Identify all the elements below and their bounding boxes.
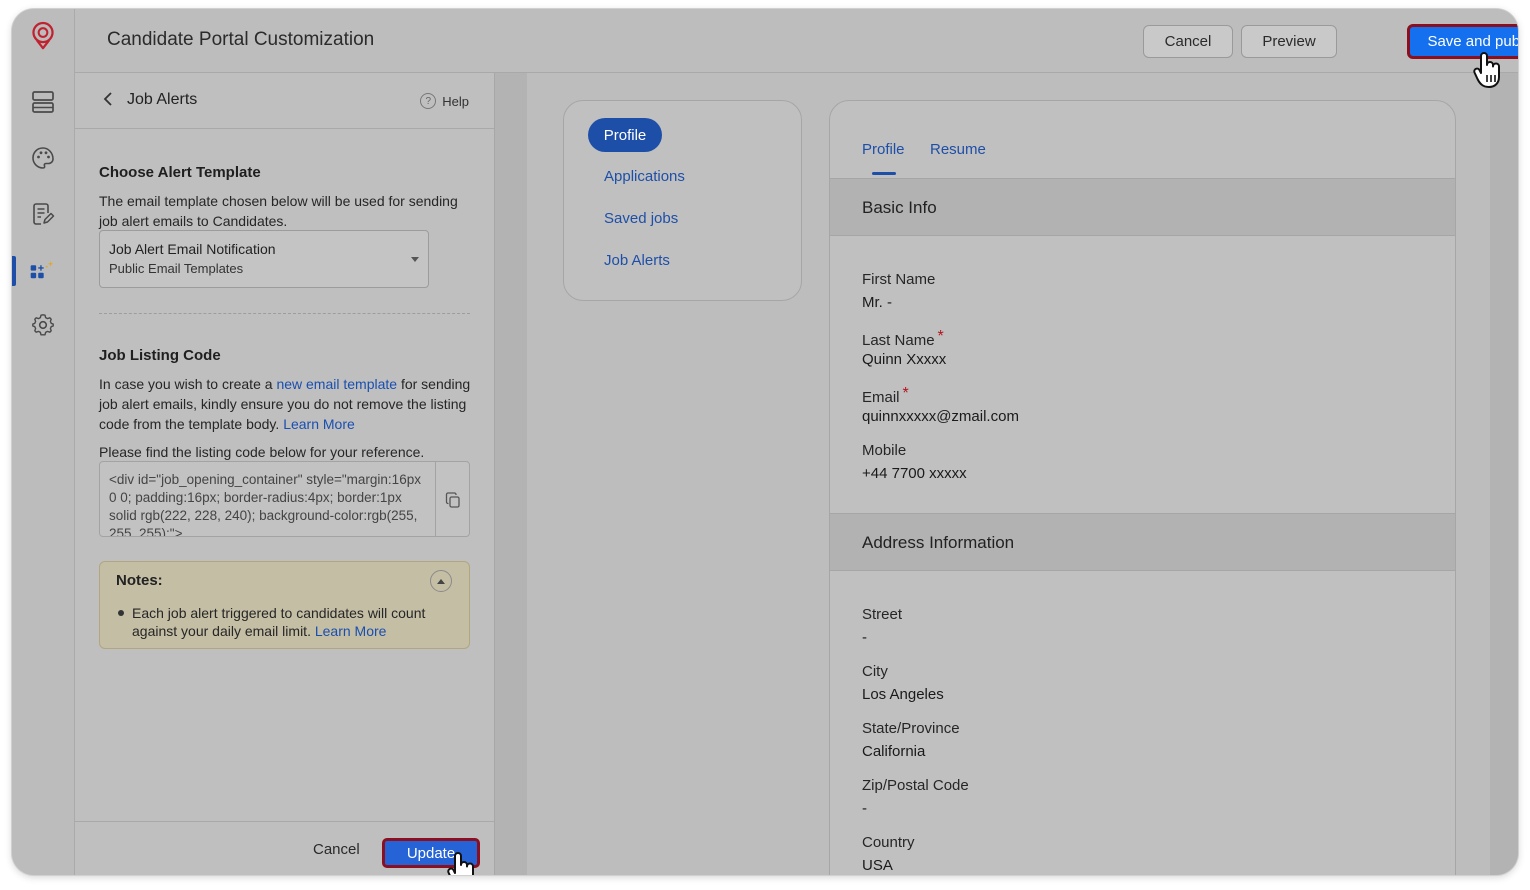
nav-item-job-alerts[interactable]: Job Alerts — [604, 252, 670, 269]
profile-card: Profile Resume Basic Info First Name Mr.… — [829, 100, 1456, 875]
field-value: Mr. - — [862, 294, 892, 311]
field-label: Street — [862, 606, 903, 623]
panel-header: Job Alerts ? Help — [75, 73, 494, 129]
cancel-button[interactable]: Cancel — [1143, 25, 1233, 58]
notes-item: Each job alert triggered to candidates w… — [132, 604, 452, 640]
notes-box: Notes: Each job alert triggered to candi… — [99, 561, 470, 649]
field-label: Last Name — [862, 332, 935, 349]
field-value: +44 7700 xxxxx — [862, 465, 967, 482]
field-label: State/Province — [862, 720, 960, 737]
portal-preview: Profile Applications Saved jobs Job Aler… — [495, 73, 1518, 875]
panel-footer: Cancel Update — [75, 821, 495, 875]
field-value: Los Angeles — [862, 686, 944, 703]
hand-cursor-icon — [1472, 51, 1504, 94]
tab-resume[interactable]: Resume — [930, 141, 986, 158]
top-header: Candidate Portal Customization Cancel Pr… — [75, 9, 1518, 73]
nav-item-profile[interactable]: Profile — [588, 118, 662, 152]
field-label-row: Last Name * — [862, 328, 944, 349]
layout-icon[interactable] — [30, 89, 56, 115]
portal-nav-card: Profile Applications Saved jobs Job Aler… — [563, 100, 802, 301]
preview-button[interactable]: Preview — [1241, 25, 1337, 58]
bullet — [118, 610, 124, 616]
caret-down-icon — [411, 257, 419, 262]
template-section-title: Choose Alert Template — [99, 164, 261, 181]
collapse-up-icon[interactable] — [430, 570, 452, 592]
listing-code: <div id="job_opening_container" style="m… — [109, 472, 421, 537]
divider — [99, 313, 470, 314]
active-tab-underline — [872, 172, 896, 175]
basic-info-header: Basic Info — [830, 178, 1455, 236]
notes-title: Notes: — [116, 572, 163, 589]
basic-info-title: Basic Info — [862, 198, 937, 217]
reference-text: Please find the listing code below for y… — [99, 444, 425, 460]
new-email-template-link[interactable]: new email template — [276, 376, 397, 392]
apps-add-icon[interactable] — [30, 257, 56, 283]
field-label: City — [862, 663, 888, 680]
required-marker: * — [902, 385, 909, 402]
field-value: - — [862, 800, 867, 817]
address-info-title: Address Information — [862, 533, 1015, 552]
logo-icon[interactable] — [30, 21, 56, 50]
template-select[interactable]: Job Alert Email Notification Public Emai… — [99, 230, 429, 288]
panel-cancel-button[interactable]: Cancel — [313, 841, 360, 858]
panel-title: Job Alerts — [127, 91, 198, 108]
preview-left-gutter — [495, 73, 527, 875]
listing-code-box[interactable]: <div id="job_opening_container" style="m… — [99, 461, 470, 537]
settings-icon[interactable] — [30, 312, 56, 338]
back-chevron-icon[interactable] — [103, 92, 113, 111]
field-value: California — [862, 743, 926, 760]
field-label: Mobile — [862, 442, 907, 459]
required-marker: * — [937, 328, 944, 345]
copy-icon[interactable] — [435, 462, 469, 536]
palette-icon[interactable] — [30, 145, 56, 171]
learn-more-link[interactable]: Learn More — [283, 416, 355, 432]
address-info-header: Address Information — [830, 513, 1455, 571]
nav-item-applications[interactable]: Applications — [604, 168, 685, 185]
notes-learn-more-link[interactable]: Learn More — [315, 623, 387, 639]
field-label: Email — [862, 389, 900, 406]
form-edit-icon[interactable] — [30, 201, 56, 227]
field-label: Country — [862, 834, 915, 851]
template-description: The email template chosen below will be … — [99, 193, 458, 229]
field-value: quinnxxxxx@zmail.com — [862, 408, 1019, 425]
nav-item-saved-jobs[interactable]: Saved jobs — [604, 210, 678, 227]
hand-cursor-icon — [446, 851, 478, 875]
listing-section-title: Job Listing Code — [99, 347, 221, 364]
selected-template-group: Public Email Templates — [109, 261, 244, 276]
field-value: - — [862, 629, 867, 646]
field-label: Zip/Postal Code — [862, 777, 969, 794]
listing-description: In case you wish to create a new email t… — [99, 374, 475, 434]
field-value: USA — [862, 857, 893, 874]
tab-profile[interactable]: Profile — [862, 141, 905, 158]
icon-rail — [12, 9, 75, 875]
selected-template: Job Alert Email Notification — [109, 241, 276, 257]
settings-panel: Job Alerts ? Help Choose Alert Template … — [75, 73, 495, 875]
help-link[interactable]: ? Help — [420, 93, 469, 109]
help-label: Help — [442, 93, 469, 109]
active-indicator — [12, 256, 16, 286]
field-value: Quinn Xxxxx — [862, 351, 947, 368]
app-window: Candidate Portal Customization Cancel Pr… — [12, 9, 1518, 875]
field-label-row: Email * — [862, 385, 909, 406]
page-title: Candidate Portal Customization — [107, 29, 375, 50]
field-label: First Name — [862, 271, 936, 288]
listing-text-1: In case you wish to create a — [99, 376, 277, 392]
preview-scrollbar[interactable] — [1490, 73, 1518, 875]
question-icon: ? — [420, 93, 437, 109]
